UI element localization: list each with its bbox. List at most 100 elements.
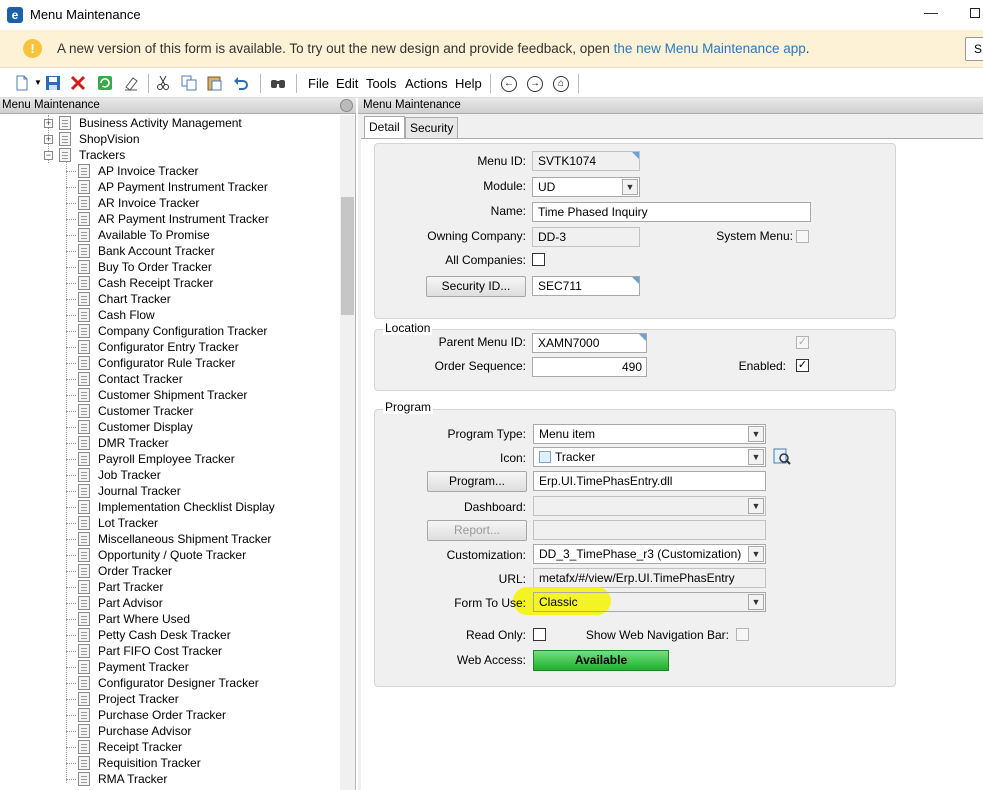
tree-scrollbar[interactable]: [340, 115, 355, 790]
tree-item[interactable]: AR Payment Instrument Tracker: [0, 211, 340, 227]
cut-icon[interactable]: [155, 75, 171, 91]
tree-item[interactable]: Order Tracker: [0, 563, 340, 579]
program-button[interactable]: Program...: [427, 471, 527, 492]
tree-node-business-activity-management[interactable]: + Business Activity Management: [0, 115, 340, 131]
forward-icon[interactable]: →: [527, 76, 543, 92]
collapse-icon[interactable]: −: [44, 151, 53, 160]
icon-picker-icon[interactable]: [773, 448, 791, 466]
tree-item[interactable]: Payroll Employee Tracker: [0, 451, 340, 467]
new-app-link[interactable]: the new Menu Maintenance app: [614, 41, 806, 56]
back-icon[interactable]: ←: [501, 76, 517, 92]
tree-item[interactable]: Purchase Order Tracker: [0, 707, 340, 723]
tree-item[interactable]: Lot Tracker: [0, 515, 340, 531]
parent-menu-id-field[interactable]: XAMN7000: [532, 333, 647, 353]
chevron-down-icon[interactable]: ▼: [748, 449, 764, 465]
expand-icon[interactable]: +: [44, 119, 53, 128]
tree-item[interactable]: AR Invoice Tracker: [0, 195, 340, 211]
menu-tools[interactable]: Tools: [366, 76, 396, 91]
web-access-status[interactable]: Available: [533, 650, 669, 671]
chevron-down-icon[interactable]: ▼: [748, 546, 764, 562]
tree-item[interactable]: Bank Account Tracker: [0, 243, 340, 259]
delete-icon[interactable]: [70, 75, 86, 91]
tree-item[interactable]: Project Tracker: [0, 691, 340, 707]
tree-item[interactable]: Implementation Checklist Display: [0, 499, 340, 515]
report-field[interactable]: [533, 520, 766, 540]
tree-item[interactable]: Opportunity / Quote Tracker: [0, 547, 340, 563]
icon-select[interactable]: Tracker ▼: [533, 447, 766, 467]
menu-file[interactable]: File: [308, 76, 329, 91]
copy-icon[interactable]: [181, 75, 197, 91]
security-id-field[interactable]: SEC711: [532, 276, 640, 296]
tree-item[interactable]: Configurator Entry Tracker: [0, 339, 340, 355]
order-sequence-field[interactable]: 490: [532, 357, 647, 377]
tree-item[interactable]: RMA Tracker: [0, 771, 340, 787]
tree-item[interactable]: Company Configuration Tracker: [0, 323, 340, 339]
system-menu-checkbox[interactable]: [796, 230, 809, 243]
menu-actions[interactable]: Actions: [405, 76, 448, 91]
security-id-button[interactable]: Security ID...: [426, 276, 526, 297]
tab-security[interactable]: Security: [405, 117, 459, 138]
chevron-down-icon[interactable]: ▼: [748, 426, 764, 442]
refresh-icon[interactable]: [97, 75, 113, 91]
location-disabled-checkbox[interactable]: ✓: [796, 336, 809, 349]
home-icon[interactable]: ⌂: [553, 76, 569, 92]
tree-item[interactable]: Requisition Tracker: [0, 755, 340, 771]
name-field[interactable]: Time Phased Inquiry: [532, 202, 811, 222]
chevron-down-icon[interactable]: ▼: [748, 594, 764, 610]
clear-icon[interactable]: [123, 75, 139, 91]
tree-item[interactable]: Customer Display: [0, 419, 340, 435]
tree-item[interactable]: Customer Shipment Tracker: [0, 387, 340, 403]
maximize-button[interactable]: [970, 8, 980, 18]
minimize-button[interactable]: —: [924, 4, 938, 24]
menu-id-field[interactable]: SVTK1074: [532, 151, 640, 171]
enabled-checkbox[interactable]: ✓: [796, 359, 809, 372]
tree-node-shopvision[interactable]: + ShopVision: [0, 131, 340, 147]
tree-item[interactable]: Configurator Rule Tracker: [0, 355, 340, 371]
menu-help[interactable]: Help: [455, 76, 482, 91]
tree-item[interactable]: Journal Tracker: [0, 483, 340, 499]
tree-scroll-thumb[interactable]: [341, 197, 354, 315]
tree-item[interactable]: Part Where Used: [0, 611, 340, 627]
tree-item[interactable]: Configurator Designer Tracker: [0, 675, 340, 691]
tree-item[interactable]: Buy To Order Tracker: [0, 259, 340, 275]
all-companies-checkbox[interactable]: [532, 253, 545, 266]
tree-item[interactable]: AP Payment Instrument Tracker: [0, 179, 340, 195]
menu-edit[interactable]: Edit: [336, 76, 358, 91]
tree-item[interactable]: Cash Receipt Tracker: [0, 275, 340, 291]
new-icon[interactable]: [14, 75, 30, 91]
dashboard-select[interactable]: ▼: [533, 496, 766, 516]
tree-item[interactable]: Petty Cash Desk Tracker: [0, 627, 340, 643]
chevron-down-icon[interactable]: ▼: [622, 179, 638, 195]
tree-item[interactable]: Receipt Tracker: [0, 739, 340, 755]
tree-node-trackers[interactable]: − Trackers: [0, 147, 340, 163]
menu-tree[interactable]: + Business Activity Management + ShopVision…: [0, 115, 340, 790]
search-icon[interactable]: [270, 75, 286, 91]
tab-detail[interactable]: Detail: [364, 116, 405, 138]
url-field[interactable]: metafx/#/view/Erp.UI.TimePhasEntry: [533, 568, 766, 588]
report-button[interactable]: Report...: [427, 520, 527, 541]
tree-item[interactable]: Part FIFO Cost Tracker: [0, 643, 340, 659]
tree-item[interactable]: Contact Tracker: [0, 371, 340, 387]
tree-item[interactable]: Part Advisor: [0, 595, 340, 611]
tree-item[interactable]: Customer Tracker: [0, 403, 340, 419]
tree-item[interactable]: Chart Tracker: [0, 291, 340, 307]
tree-item[interactable]: Part Tracker: [0, 579, 340, 595]
module-select[interactable]: UD ▼: [532, 177, 640, 197]
tree-item[interactable]: Miscellaneous Shipment Tracker: [0, 531, 340, 547]
program-field[interactable]: Erp.UI.TimePhasEntry.dll: [533, 471, 766, 491]
tree-item[interactable]: DMR Tracker: [0, 435, 340, 451]
paste-icon[interactable]: [206, 75, 222, 91]
program-type-select[interactable]: Menu item ▼: [533, 424, 766, 444]
chevron-down-icon[interactable]: ▼: [748, 498, 764, 514]
tree-item[interactable]: Purchase Advisor: [0, 723, 340, 739]
tree-item[interactable]: Available To Promise: [0, 227, 340, 243]
new-dropdown-icon[interactable]: ▼: [30, 75, 46, 91]
show-web-nav-checkbox[interactable]: [736, 628, 749, 641]
tree-item[interactable]: AP Invoice Tracker: [0, 163, 340, 179]
tree-item[interactable]: Payment Tracker: [0, 659, 340, 675]
customization-select[interactable]: DD_3_TimePhase_r3 (Customization) ▼: [533, 544, 766, 564]
undo-icon[interactable]: [233, 75, 249, 91]
banner-button[interactable]: S: [965, 37, 983, 61]
owning-company-field[interactable]: DD-3: [532, 227, 640, 247]
tree-item[interactable]: Job Tracker: [0, 467, 340, 483]
